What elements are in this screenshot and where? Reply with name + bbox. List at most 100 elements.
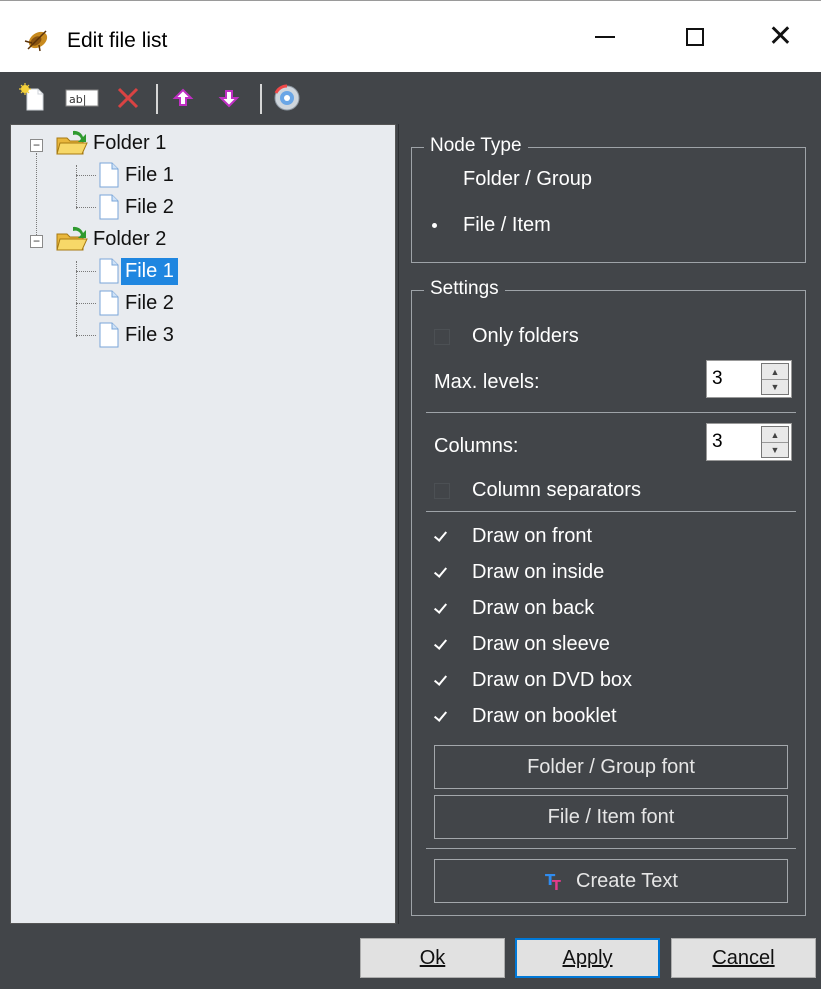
tree-node-file[interactable]: File 2 (97, 287, 178, 319)
spin-up-icon[interactable]: ▲ (762, 364, 788, 380)
cancel-button[interactable]: Cancel (671, 938, 816, 978)
maximize-icon (686, 28, 704, 46)
apply-label: Apply (562, 946, 613, 969)
spin-down-icon[interactable]: ▼ (762, 379, 788, 394)
file-icon (99, 162, 119, 188)
draw-on-sleeve-checkbox[interactable]: Draw on sleeve (434, 633, 610, 656)
tree-node-folder[interactable]: Folder 1 (55, 127, 170, 159)
properties-panel: Node Type Folder / Group File / Item Set… (398, 124, 821, 924)
svg-text:ab|: ab| (69, 93, 86, 106)
divider (426, 848, 796, 849)
draw-on-dvd-box-checkbox[interactable]: Draw on DVD box (434, 669, 632, 692)
checkbox-indicator (434, 529, 450, 545)
draw-on-booklet-checkbox[interactable]: Draw on booklet (434, 705, 617, 728)
columns-stepper[interactable]: 3 ▲ ▼ (706, 423, 792, 461)
spin-down-icon[interactable]: ▼ (762, 442, 788, 457)
tree-connector (76, 335, 96, 336)
toolbar: ab| (0, 72, 821, 124)
radio-indicator (428, 219, 441, 232)
radio-folder-group[interactable]: Folder / Group (428, 168, 592, 191)
collapse-icon[interactable]: − (30, 139, 43, 152)
new-item-icon (19, 83, 44, 111)
minimize-button[interactable] (560, 1, 650, 73)
draw-on-back-checkbox[interactable]: Draw on back (434, 597, 594, 620)
move-up-button[interactable] (168, 84, 198, 112)
max-levels-stepper[interactable]: 3 ▲ ▼ (706, 360, 792, 398)
toolbar-separator (156, 84, 158, 114)
scan-disc-button[interactable] (270, 84, 304, 112)
delete-button[interactable] (112, 84, 144, 112)
spin-buttons: ▲ ▼ (761, 426, 789, 458)
cancel-label: Cancel (712, 946, 775, 969)
checkbox-label: Draw on DVD box (472, 669, 633, 691)
radio-label: File / Item (463, 214, 551, 236)
checkbox-label: Only folders (472, 325, 579, 347)
checkbox-indicator (434, 637, 450, 653)
checkbox-label: Draw on back (472, 597, 595, 619)
divider (426, 412, 796, 413)
svg-text:T: T (552, 879, 561, 892)
toolbar-separator (260, 84, 262, 114)
node-type-title: Node Type (424, 135, 528, 157)
tree-node-label: File 2 (125, 291, 174, 314)
folder-group-font-button[interactable]: Folder / Group font (434, 745, 788, 789)
tree-node-file[interactable]: File 2 (97, 191, 178, 223)
only-folders-checkbox[interactable]: Only folders (434, 325, 579, 348)
tree-node-label: File 1 (121, 257, 178, 285)
checkbox-label: Draw on sleeve (472, 633, 610, 655)
apply-button[interactable]: Apply (515, 938, 660, 978)
checkbox-indicator (434, 565, 450, 581)
tree-connector (76, 271, 96, 272)
delete-icon (117, 87, 139, 109)
create-text-label: Create Text (576, 869, 678, 892)
spin-up-icon[interactable]: ▲ (762, 427, 788, 443)
radio-file-item[interactable]: File / Item (428, 214, 551, 237)
draw-on-inside-checkbox[interactable]: Draw on inside (434, 561, 604, 584)
radio-label: Folder / Group (463, 168, 592, 190)
columns-label: Columns: (434, 435, 519, 457)
max-levels-value: 3 (712, 368, 723, 389)
tree-connector (76, 175, 96, 176)
beetle-app-icon (24, 30, 48, 52)
move-down-button[interactable] (214, 84, 244, 112)
checkbox-indicator (434, 328, 450, 345)
tree-node-file[interactable]: File 1 (97, 159, 178, 191)
draw-on-front-checkbox[interactable]: Draw on front (434, 525, 592, 548)
columns-value: 3 (712, 431, 723, 452)
file-item-font-button[interactable]: File / Item font (434, 795, 788, 839)
tree-node-label: File 1 (125, 163, 174, 186)
title-bar: Edit file list ✕ (0, 0, 821, 72)
tree-connector (76, 303, 96, 304)
tree-node-folder[interactable]: Folder 2 (55, 223, 170, 255)
spin-buttons: ▲ ▼ (761, 363, 789, 395)
tree-connector (76, 261, 77, 337)
move-up-icon (172, 88, 194, 106)
tree-node-file-selected[interactable]: File 1 (97, 255, 178, 287)
close-button[interactable]: ✕ (740, 1, 821, 73)
create-text-button[interactable]: T T Create Text (434, 859, 788, 903)
minimize-icon (595, 36, 615, 38)
checkbox-indicator (434, 709, 450, 725)
column-separators-checkbox[interactable]: Column separators (434, 479, 641, 502)
folder-open-icon (56, 226, 88, 251)
tree-connector (76, 207, 96, 208)
tree-node-file[interactable]: File 3 (97, 319, 178, 351)
collapse-icon[interactable]: − (30, 235, 43, 248)
file-icon (99, 322, 119, 348)
checkbox-indicator (434, 601, 450, 617)
tree-node-label: File 2 (125, 195, 174, 218)
ok-button[interactable]: Ok (360, 938, 505, 978)
scan-disc-icon (274, 84, 300, 111)
node-type-group: Node Type Folder / Group File / Item (411, 135, 806, 263)
close-icon: ✕ (767, 20, 794, 53)
checkbox-indicator (434, 482, 450, 499)
tree-node-label: File 3 (125, 323, 174, 346)
file-icon (99, 258, 119, 284)
rename-button[interactable]: ab| (64, 84, 100, 112)
tree-node-label: Folder 1 (93, 131, 167, 154)
file-tree[interactable]: − Folder 1 File 1 File 2 − Folder 2 File… (10, 124, 396, 924)
new-item-button[interactable] (16, 83, 50, 112)
tree-node-label: Folder 2 (93, 227, 167, 250)
maximize-button[interactable] (650, 1, 740, 73)
checkbox-label: Draw on front (472, 525, 593, 547)
